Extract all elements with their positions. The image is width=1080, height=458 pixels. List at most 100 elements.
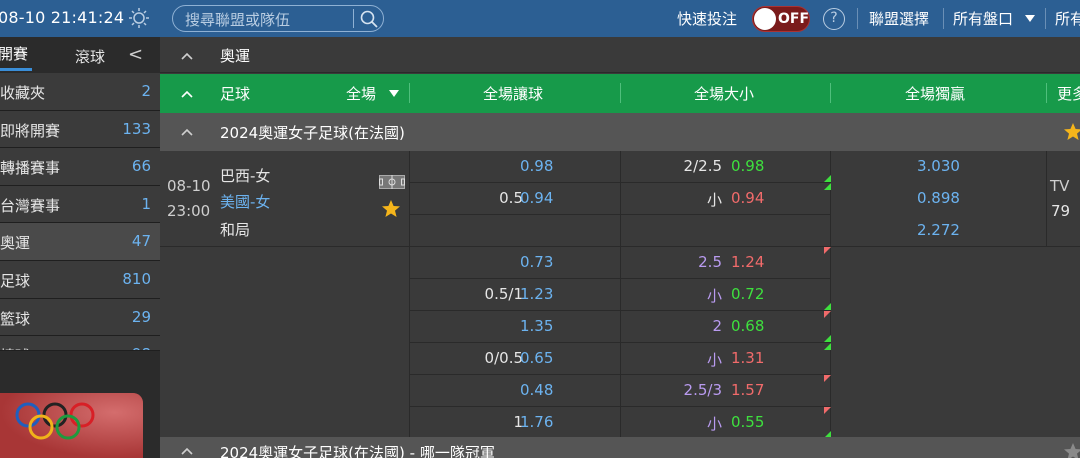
favorite-star-icon[interactable] bbox=[1063, 442, 1080, 458]
ou-line: 小 bbox=[706, 191, 722, 209]
sidebar-item-broadcast[interactable]: 轉播賽事 66 bbox=[0, 148, 160, 186]
help-icon[interactable]: ? bbox=[823, 8, 845, 30]
moneyline-away-odds[interactable]: 0.898 bbox=[917, 189, 960, 207]
match-date: 08-10 bbox=[167, 177, 211, 195]
ou-odds[interactable]: 1.57 bbox=[731, 381, 764, 399]
sidebar-item-football[interactable]: 足球 810 bbox=[0, 260, 160, 299]
tv-badge[interactable]: TV bbox=[1050, 177, 1069, 195]
datetime: 08-10 21:41:24 bbox=[0, 8, 125, 27]
sidebar-item-basketball[interactable]: 籃球 29 bbox=[0, 298, 160, 337]
period-dropdown[interactable]: 全場 bbox=[346, 83, 376, 104]
more-markets-count[interactable]: 79 bbox=[1051, 202, 1070, 220]
grid-divider bbox=[620, 151, 621, 437]
handicap-odds[interactable]: 1.76 bbox=[520, 413, 553, 431]
sport-group-header[interactable]: 奧運 bbox=[160, 37, 1080, 73]
sidebar-item-label: 籃球 bbox=[0, 309, 31, 328]
handicap-odds[interactable]: 0.73 bbox=[520, 253, 553, 271]
handicap-odds[interactable]: 0.98 bbox=[520, 157, 553, 175]
search-input[interactable]: 搜尋聯盟或隊伍 bbox=[185, 9, 290, 30]
sidebar-item-upcoming[interactable]: 即將開賽 133 bbox=[0, 110, 160, 149]
moneyline-home-odds[interactable]: 3.030 bbox=[917, 157, 960, 175]
sidebar-item-baseball[interactable]: 棒球 98 bbox=[0, 336, 160, 352]
odds-up-indicator bbox=[824, 183, 831, 190]
league-select-button[interactable]: 聯盟選擇 bbox=[869, 8, 929, 29]
sidebar-item-label: 棒球 bbox=[0, 345, 30, 350]
sidebar-item-count: 98 bbox=[132, 345, 151, 350]
row-divider bbox=[409, 182, 831, 183]
sidebar-item-label: 轉播賽事 bbox=[0, 159, 61, 178]
handicap-odds[interactable]: 0.65 bbox=[520, 349, 553, 367]
ou-odds[interactable]: 0.72 bbox=[731, 285, 764, 303]
home-team: 巴西-女 bbox=[220, 167, 271, 185]
odds-down-indicator bbox=[824, 375, 831, 382]
ou-odds[interactable]: 0.55 bbox=[731, 413, 764, 431]
chevron-down-icon[interactable] bbox=[1025, 15, 1035, 22]
away-team: 美國-女 bbox=[220, 193, 271, 211]
main-panel: 奧運 足球 全場 全場讓球 全場大小 全場獨贏 更多 2024奧運女子足球(在法… bbox=[160, 37, 1080, 458]
column-divider bbox=[409, 83, 410, 103]
column-header: 足球 全場 全場讓球 全場大小 全場獨贏 更多 bbox=[160, 74, 1080, 113]
odds-up-indicator bbox=[824, 335, 831, 342]
sidebar-item-count: 1 bbox=[141, 194, 151, 213]
sidebar-item-label: 奧運 bbox=[0, 234, 31, 253]
favorite-star-icon[interactable] bbox=[381, 199, 401, 219]
tab-prematch[interactable]: 開賽 bbox=[0, 43, 28, 64]
brightness-icon[interactable] bbox=[128, 7, 150, 29]
handicap-odds[interactable]: 1.35 bbox=[520, 317, 553, 335]
draw-label: 和局 bbox=[220, 221, 251, 239]
handicap-odds[interactable]: 0.48 bbox=[520, 381, 553, 399]
chevron-up-icon[interactable] bbox=[181, 88, 193, 100]
odds-down-indicator bbox=[824, 247, 831, 254]
collapse-sidebar-icon[interactable]: < bbox=[128, 44, 143, 65]
toggle-knob bbox=[754, 8, 776, 30]
sidebar-item-count: 2 bbox=[141, 82, 151, 100]
all-markets-dropdown[interactable]: 所有盤口 bbox=[953, 8, 1013, 29]
sidebar-item-taiwan[interactable]: 台灣賽事 1 bbox=[0, 185, 160, 224]
sidebar: 開賽 滾球 < 收藏夾 2 即將開賽 133 轉播賽事 66 台灣賽事 1 奧運… bbox=[0, 37, 160, 458]
ou-odds[interactable]: 0.94 bbox=[731, 189, 764, 207]
grid-divider bbox=[1046, 151, 1047, 247]
row-divider bbox=[409, 342, 831, 343]
ou-line: 2 bbox=[712, 317, 722, 335]
handicap-odds[interactable]: 0.94 bbox=[520, 189, 553, 207]
column-divider bbox=[620, 83, 621, 103]
handicap-odds[interactable]: 1.23 bbox=[520, 285, 553, 303]
ou-odds[interactable]: 0.98 bbox=[731, 157, 764, 175]
row-divider bbox=[409, 278, 831, 279]
chevron-up-icon[interactable] bbox=[181, 50, 193, 62]
row-divider bbox=[160, 246, 1080, 247]
ou-line: 小 bbox=[706, 287, 722, 305]
search-icon[interactable] bbox=[359, 9, 379, 29]
ou-odds[interactable]: 0.68 bbox=[731, 317, 764, 335]
chevron-up-icon[interactable] bbox=[181, 445, 193, 457]
ou-odds[interactable]: 1.24 bbox=[731, 253, 764, 271]
olympics-banner[interactable] bbox=[0, 393, 143, 458]
favorite-star-icon[interactable] bbox=[1063, 122, 1080, 142]
divider bbox=[1045, 8, 1046, 29]
handicap-line: 0/0.5 bbox=[484, 349, 523, 367]
odds-up-indicator bbox=[824, 175, 831, 182]
sidebar-item-favorites[interactable]: 收藏夾 2 bbox=[0, 73, 160, 111]
chevron-up-icon[interactable] bbox=[181, 126, 193, 138]
tab-live[interactable]: 滾球 bbox=[75, 46, 105, 67]
chevron-down-icon[interactable] bbox=[389, 90, 399, 97]
quick-bet-toggle[interactable]: OFF bbox=[752, 6, 810, 32]
league-header[interactable]: 2024奧運女子足球(在法國) - 哪一隊冠軍 bbox=[160, 437, 1080, 458]
ou-line: 小 bbox=[706, 415, 722, 433]
league-header[interactable]: 2024奧運女子足球(在法國) bbox=[160, 113, 1080, 151]
league-title: 2024奧運女子足球(在法國) - 哪一隊冠軍 bbox=[220, 444, 495, 458]
all-dropdown[interactable]: 所有 bbox=[1055, 8, 1080, 29]
field-stats-icon[interactable] bbox=[379, 175, 405, 189]
tab-active-indicator bbox=[0, 68, 32, 71]
ou-line: 2/2.5 bbox=[683, 157, 722, 175]
ou-odds[interactable]: 1.31 bbox=[731, 349, 764, 367]
row-divider bbox=[409, 214, 831, 215]
league-title: 2024奧運女子足球(在法國) bbox=[220, 124, 405, 142]
sidebar-item-olympics[interactable]: 奧運 47 bbox=[0, 223, 160, 261]
sidebar-item-count: 133 bbox=[122, 119, 151, 138]
row-divider bbox=[409, 310, 831, 311]
match-time: 23:00 bbox=[167, 202, 211, 220]
moneyline-draw-odds[interactable]: 2.272 bbox=[917, 221, 960, 239]
odds-grid: 08-10 23:00 巴西-女 美國-女 和局 0.5 0.5/1 0/0.5… bbox=[160, 151, 1080, 438]
search-box[interactable]: 搜尋聯盟或隊伍 bbox=[172, 5, 384, 32]
